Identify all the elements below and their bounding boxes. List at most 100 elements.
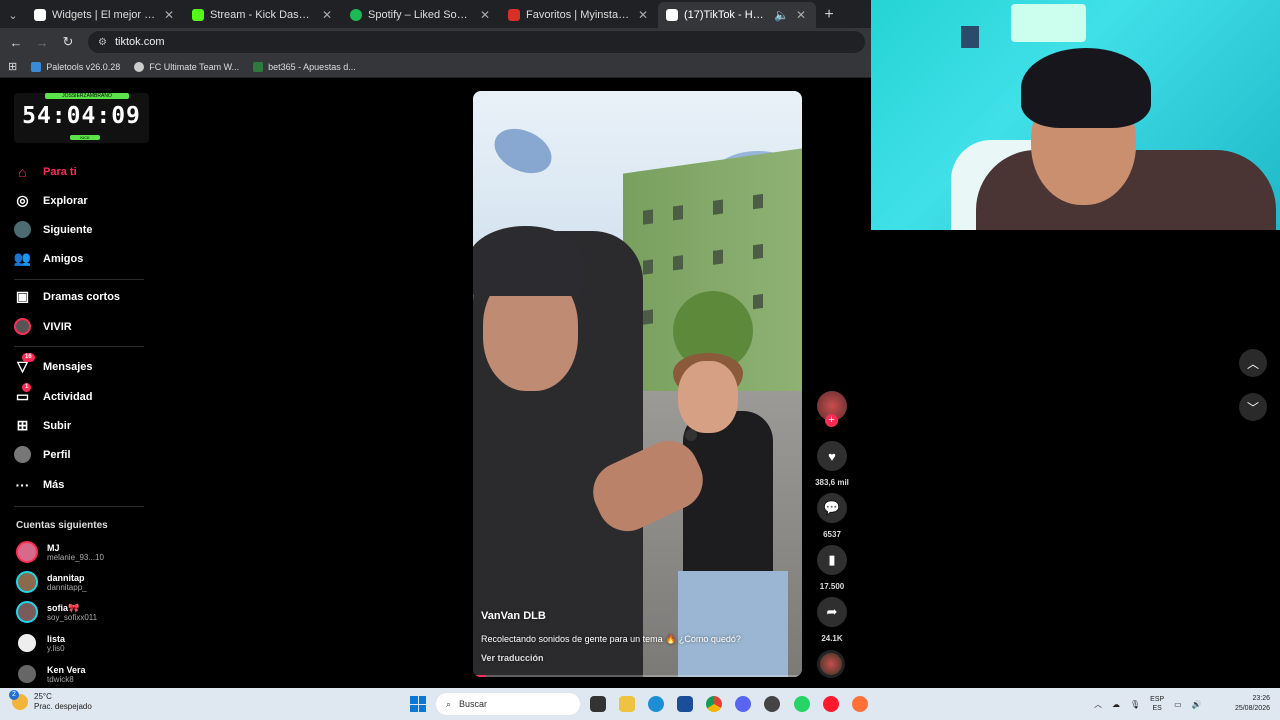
task-view-icon[interactable] (590, 696, 606, 712)
tab-kick-dashboard[interactable]: Stream - Kick Dashboard ✕ (184, 2, 342, 28)
avatar (16, 541, 38, 563)
apps-grid-icon[interactable]: ⊞ (8, 60, 17, 73)
bookmark-fc-ultimate[interactable]: FC Ultimate Team W... (134, 61, 239, 72)
friends-icon: 👥 (13, 250, 32, 266)
nav-mas[interactable]: ··· Más (14, 476, 65, 493)
file-explorer-icon[interactable] (619, 696, 635, 712)
url-field[interactable]: ⚙ tiktok.com (88, 31, 865, 53)
edge-icon[interactable] (648, 696, 664, 712)
microphone-icon[interactable]: 🎙 (1130, 700, 1140, 709)
nav-label: Explorar (43, 194, 88, 207)
sidebar-divider (14, 346, 144, 347)
firefox-icon[interactable] (852, 696, 868, 712)
timer-label-top: JOSSIERZAMBRANO (45, 93, 129, 99)
like-action[interactable]: ♥ 383,6 mil (812, 441, 852, 487)
microphone-icon (685, 429, 697, 441)
timer-label-bottom: KICK (70, 135, 100, 140)
video-author[interactable]: VanVan DLB (481, 610, 791, 622)
share-action[interactable]: ➦ 24.1K (812, 597, 852, 643)
close-tab-icon[interactable]: ✕ (162, 8, 176, 22)
screen: ⌄ Widgets | El mejor software para ✕ Str… (0, 0, 1280, 720)
start-icon[interactable] (410, 696, 426, 712)
nav-perfil[interactable]: Perfil (14, 446, 71, 463)
following-accounts-title: Cuentas siguientes (16, 520, 108, 531)
network-tray-icon[interactable]: ☁ (1112, 700, 1120, 709)
comment-icon[interactable]: 💬 (817, 493, 847, 523)
close-tab-icon[interactable]: ✕ (794, 8, 808, 22)
comment-action[interactable]: 💬 6537 (812, 493, 852, 539)
home-icon: ⌂ (18, 163, 27, 180)
bookmark-paletools[interactable]: Paletools v26.0.28 (31, 61, 120, 72)
forward-icon[interactable]: → (32, 35, 52, 50)
display-icon[interactable]: ▭ (1174, 700, 1182, 709)
nav-dramas-cortos[interactable]: ▣ Dramas cortos (14, 288, 120, 305)
nav-actividad[interactable]: ▭ 1 Actividad (14, 383, 93, 405)
new-tab-button[interactable]: + (816, 2, 842, 28)
reload-icon[interactable]: ↻ (58, 34, 78, 50)
video-cap (473, 226, 583, 296)
weather-widget[interactable]: 2 25°C Prac. despejado (9, 690, 92, 712)
following-account[interactable]: sofia🎀 soy_sofixx011 (16, 601, 97, 623)
weather-badge: 2 (9, 690, 19, 700)
nav-para-ti[interactable]: ⌂ Para ti (14, 163, 76, 180)
music-disc-icon[interactable] (817, 650, 845, 678)
close-tab-icon[interactable]: ✕ (636, 8, 650, 22)
like-count: 383,6 mil (815, 478, 849, 487)
see-translation-link[interactable]: Ver traducción (481, 653, 791, 663)
following-account[interactable]: dannitap dannitapp_ (16, 571, 87, 593)
tab-myinstants[interactable]: Favoritos | Myinstants ✕ (500, 2, 658, 28)
opera-icon[interactable] (823, 696, 839, 712)
previous-video-button[interactable]: ︿ (1239, 349, 1267, 377)
search-placeholder: Buscar (459, 699, 488, 709)
system-clock[interactable]: 23:26 25/08/2026 (1222, 694, 1270, 714)
whatsapp-icon[interactable] (794, 696, 810, 712)
close-tab-icon[interactable]: ✕ (320, 8, 334, 22)
following-account[interactable]: MJ melanie_93...10 (16, 541, 104, 563)
heart-icon[interactable]: ♥ (817, 441, 847, 471)
nav-explorar[interactable]: ◎ Explorar (14, 192, 88, 209)
video-player[interactable]: VanVan DLB Recolectando sonidos de gente… (473, 91, 802, 677)
tab-spotify[interactable]: Spotify – Liked Songs ✕ (342, 2, 500, 28)
nav-subir[interactable]: ⊞ Subir (14, 417, 72, 434)
nav-mensajes[interactable]: ▽ 16 Mensajes (14, 353, 93, 375)
language-indicator[interactable]: ESP ES (1150, 695, 1164, 713)
bookmark-bet365[interactable]: bet365 - Apuestas d... (253, 61, 356, 72)
back-icon[interactable]: ← (6, 35, 26, 50)
lang-bottom: ES (1152, 705, 1162, 712)
following-account[interactable]: Ken Vera tdwick8 (16, 663, 86, 685)
store-icon[interactable] (677, 696, 693, 712)
tab-title: (17)TikTok - Haz que tu día (684, 9, 768, 21)
streamer-hair (1021, 48, 1151, 128)
volume-icon[interactable]: 🔊 (1192, 700, 1202, 709)
close-tab-icon[interactable]: ✕ (478, 8, 492, 22)
nav-vivir[interactable]: VIVIR (14, 318, 72, 335)
site-info-icon[interactable]: ⚙ (98, 37, 107, 48)
chrome-icon[interactable] (706, 696, 722, 712)
video-caption: VanVan DLB Recolectando sonidos de gente… (481, 610, 791, 663)
webcam-overlay (871, 0, 1280, 230)
bookmark-favicon (134, 61, 145, 72)
obs-icon[interactable] (764, 696, 780, 712)
save-action[interactable]: ▮ 17.500 (812, 545, 852, 591)
video-progress-bar[interactable] (473, 675, 802, 677)
bookmark-icon[interactable]: ▮ (817, 545, 847, 575)
address-toolbar: ← → ↻ ⚙ tiktok.com (0, 28, 871, 56)
speaker-icon[interactable]: 🔈 (774, 8, 789, 22)
avatar (16, 601, 38, 623)
taskbar-search[interactable]: ⌕ Buscar (436, 693, 580, 715)
nav-amigos[interactable]: 👥 Amigos (13, 250, 84, 267)
follow-plus-icon[interactable]: + (825, 414, 838, 427)
avatar (16, 632, 38, 654)
nav-siguiente[interactable]: Siguiente (14, 221, 93, 238)
discord-icon[interactable] (735, 696, 751, 712)
avatar (16, 571, 38, 593)
tab-search-icon[interactable]: ⌄ (0, 2, 26, 28)
system-tray: ︿ ☁ 🎙 ESP ES ▭ 🔊 (1094, 688, 1202, 720)
tab-widgets[interactable]: Widgets | El mejor software para ✕ (26, 2, 184, 28)
following-account[interactable]: lista y.lis0 (16, 632, 65, 654)
tab-tiktok[interactable]: (17)TikTok - Haz que tu día 🔈 ✕ (658, 2, 816, 28)
nav-label: VIVIR (43, 320, 72, 333)
share-icon[interactable]: ➦ (817, 597, 847, 627)
next-video-button[interactable]: ﹀ (1239, 393, 1267, 421)
chevron-up-icon[interactable]: ︿ (1094, 699, 1102, 710)
